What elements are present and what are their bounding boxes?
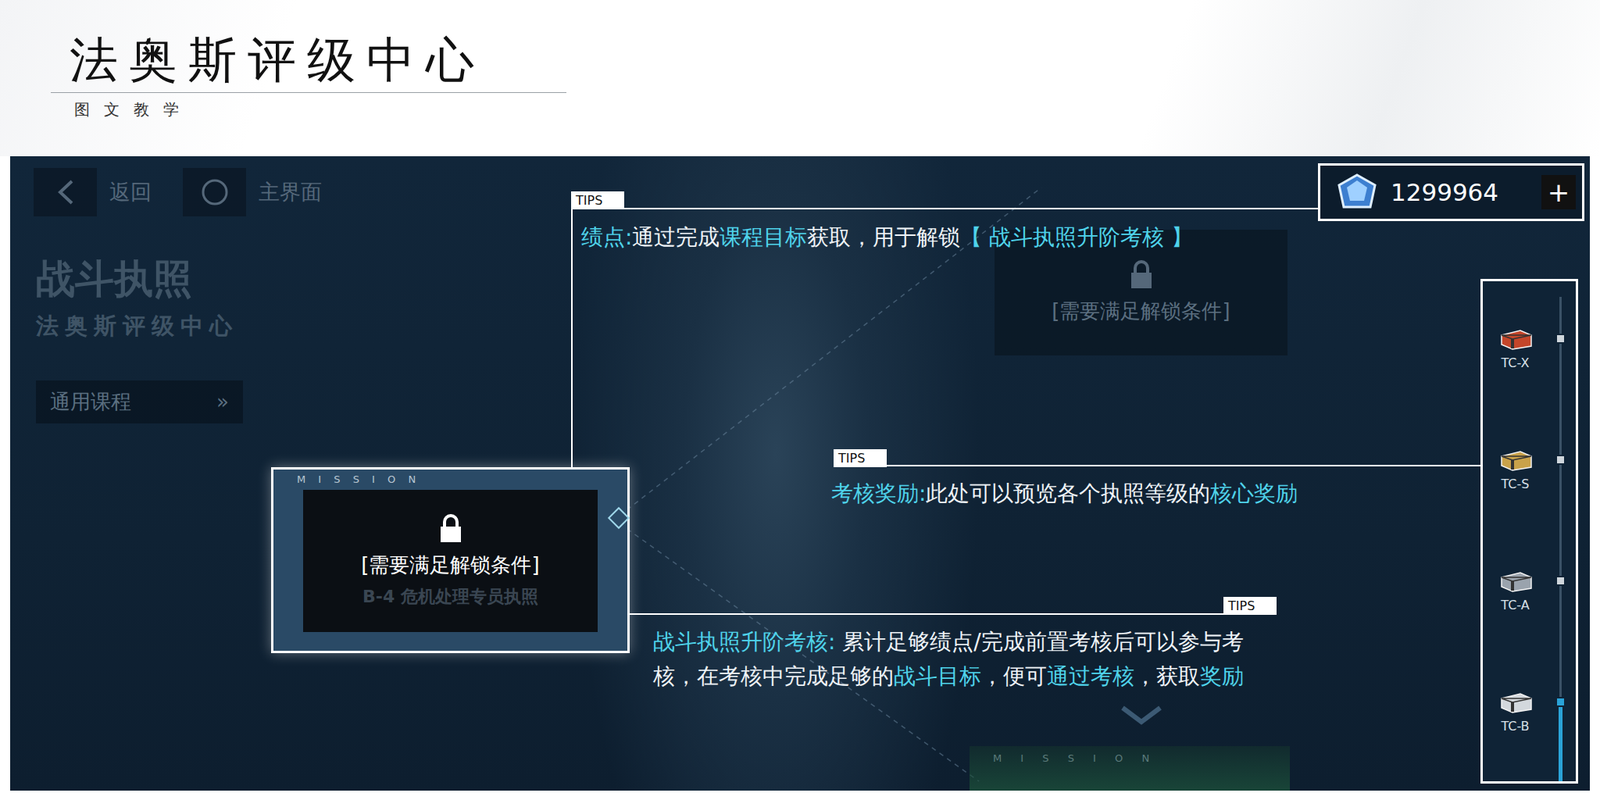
tier-label: TC-A — [1500, 596, 1529, 615]
callout-line — [886, 464, 1481, 467]
tier-marker — [1555, 696, 1566, 708]
reward-chest-icon — [1496, 690, 1535, 715]
tier-item[interactable]: TC-X — [1482, 327, 1576, 373]
mission-license-name: B-4 危机处理专员执照 — [362, 583, 539, 610]
tip-segment: 战斗执照升阶考核: — [653, 628, 843, 655]
top-nav: 返回 主界面 — [33, 167, 341, 217]
home-box — [182, 167, 247, 217]
callout-line — [629, 613, 1224, 615]
tip-segment: 奖励 — [1200, 663, 1244, 690]
back-box — [33, 167, 97, 217]
back-button[interactable]: 返回 — [33, 167, 152, 217]
nav-label: 返回 — [109, 176, 152, 209]
tier-item[interactable]: TC-B — [1482, 690, 1576, 736]
game-screenshot: 返回 主界面战斗执照法奥斯评级中心通用课程 » 1299964 + [需要满足解锁条件] M… — [10, 156, 1590, 791]
tip-segment: ，获取 — [1134, 663, 1200, 690]
tip-segment: 绩点: — [581, 224, 633, 250]
add-currency-button[interactable]: + — [1541, 175, 1576, 210]
page-subtitle: 法奥斯评级中心 — [35, 309, 239, 344]
slide-subtitle: 图文教学 — [50, 97, 1600, 122]
crystal-gem-icon — [1335, 172, 1379, 212]
currency-amount: 1299964 — [1390, 174, 1529, 211]
tier-label: TC-B — [1500, 717, 1529, 736]
slide-title: 法奥斯评级中心 — [50, 31, 567, 93]
bottom-mission-card: M I S S I O N — [969, 746, 1290, 791]
reward-chest-icon — [1496, 569, 1535, 593]
lock-icon — [1128, 258, 1155, 290]
tier-marker — [1555, 333, 1566, 344]
tip-segment: 战斗目标 — [893, 663, 982, 690]
lock-icon — [437, 512, 465, 544]
scroll-down-chevron-icon — [1119, 703, 1164, 727]
tip-segment: 核心奖励 — [1210, 480, 1298, 507]
tip-segment: 课程目标 — [719, 224, 808, 250]
mission-lock-overlay: [需要满足解锁条件]B-4 危机处理专员执照 — [303, 489, 598, 633]
tier-label: TC-S — [1501, 475, 1530, 494]
tier-marker — [1555, 575, 1566, 586]
course-label: 通用课程 — [50, 386, 132, 418]
nav-label: 主界面 — [258, 176, 322, 209]
tip-segment: 通过完成 — [632, 224, 720, 250]
course-arrow: » — [216, 386, 229, 418]
tip-text: 战斗执照升阶考核: 累计足够绩点/完成前置考核后可以参与考核，在考核中完成足够的… — [653, 625, 1286, 694]
mission-card[interactable]: M I S S I O N[需要满足解锁条件]B-4 危机处理专员执照 — [271, 467, 630, 654]
back-chevron-icon — [56, 178, 75, 206]
home-circle-icon — [199, 176, 231, 208]
mission-header: M I S S I O N — [273, 469, 628, 490]
tips-label: TIPS — [833, 449, 887, 468]
rail-fill — [1558, 701, 1563, 782]
license-tier-rail: TC-X TC-S TC-A TC-B — [1480, 278, 1579, 784]
callout-line — [571, 207, 573, 468]
tier-item[interactable]: TC-S — [1482, 448, 1576, 494]
mission-locked-text: [需要满足解锁条件] — [360, 550, 540, 581]
tip-text: 绩点:通过完成课程目标获取，用于解锁【 战斗执照升阶考核 】 — [581, 220, 1285, 255]
tier-marker — [1555, 454, 1566, 465]
tier-label: TC-X — [1501, 353, 1530, 373]
callout-line — [624, 207, 1318, 210]
page-title: 战斗执照 — [35, 257, 193, 301]
home-button[interactable]: 主界面 — [182, 167, 322, 217]
tips-label: TIPS — [571, 191, 625, 210]
tip-segment: 通过考核 — [1046, 663, 1135, 690]
tip-segment: 获取，用于解锁 — [807, 224, 961, 250]
tip-segment: 考核奖励: — [831, 480, 926, 507]
tier-item[interactable]: TC-A — [1482, 569, 1576, 615]
dashed-guide-lines — [10, 156, 1590, 791]
reward-chest-icon — [1496, 327, 1535, 351]
tip-text: 考核奖励:此处可以预览各个执照等级的核心奖励 — [831, 476, 1472, 511]
bottom-mission-header: M I S S I O N — [969, 746, 1290, 767]
slide-header: 法奥斯评级中心图文教学 — [0, 0, 1600, 157]
tip-segment: 此处可以预览各个执照等级的 — [925, 480, 1211, 507]
course-button[interactable]: 通用课程 » — [35, 380, 243, 424]
tip-segment: ，便可 — [981, 663, 1047, 690]
reward-chest-icon — [1496, 448, 1535, 472]
tip-segment: 【 战斗执照升阶考核 】 — [960, 224, 1193, 250]
locked-text: [需要满足解锁条件] — [1051, 296, 1230, 327]
tips-label: TIPS — [1223, 596, 1277, 615]
currency-box: 1299964 + — [1317, 163, 1585, 222]
